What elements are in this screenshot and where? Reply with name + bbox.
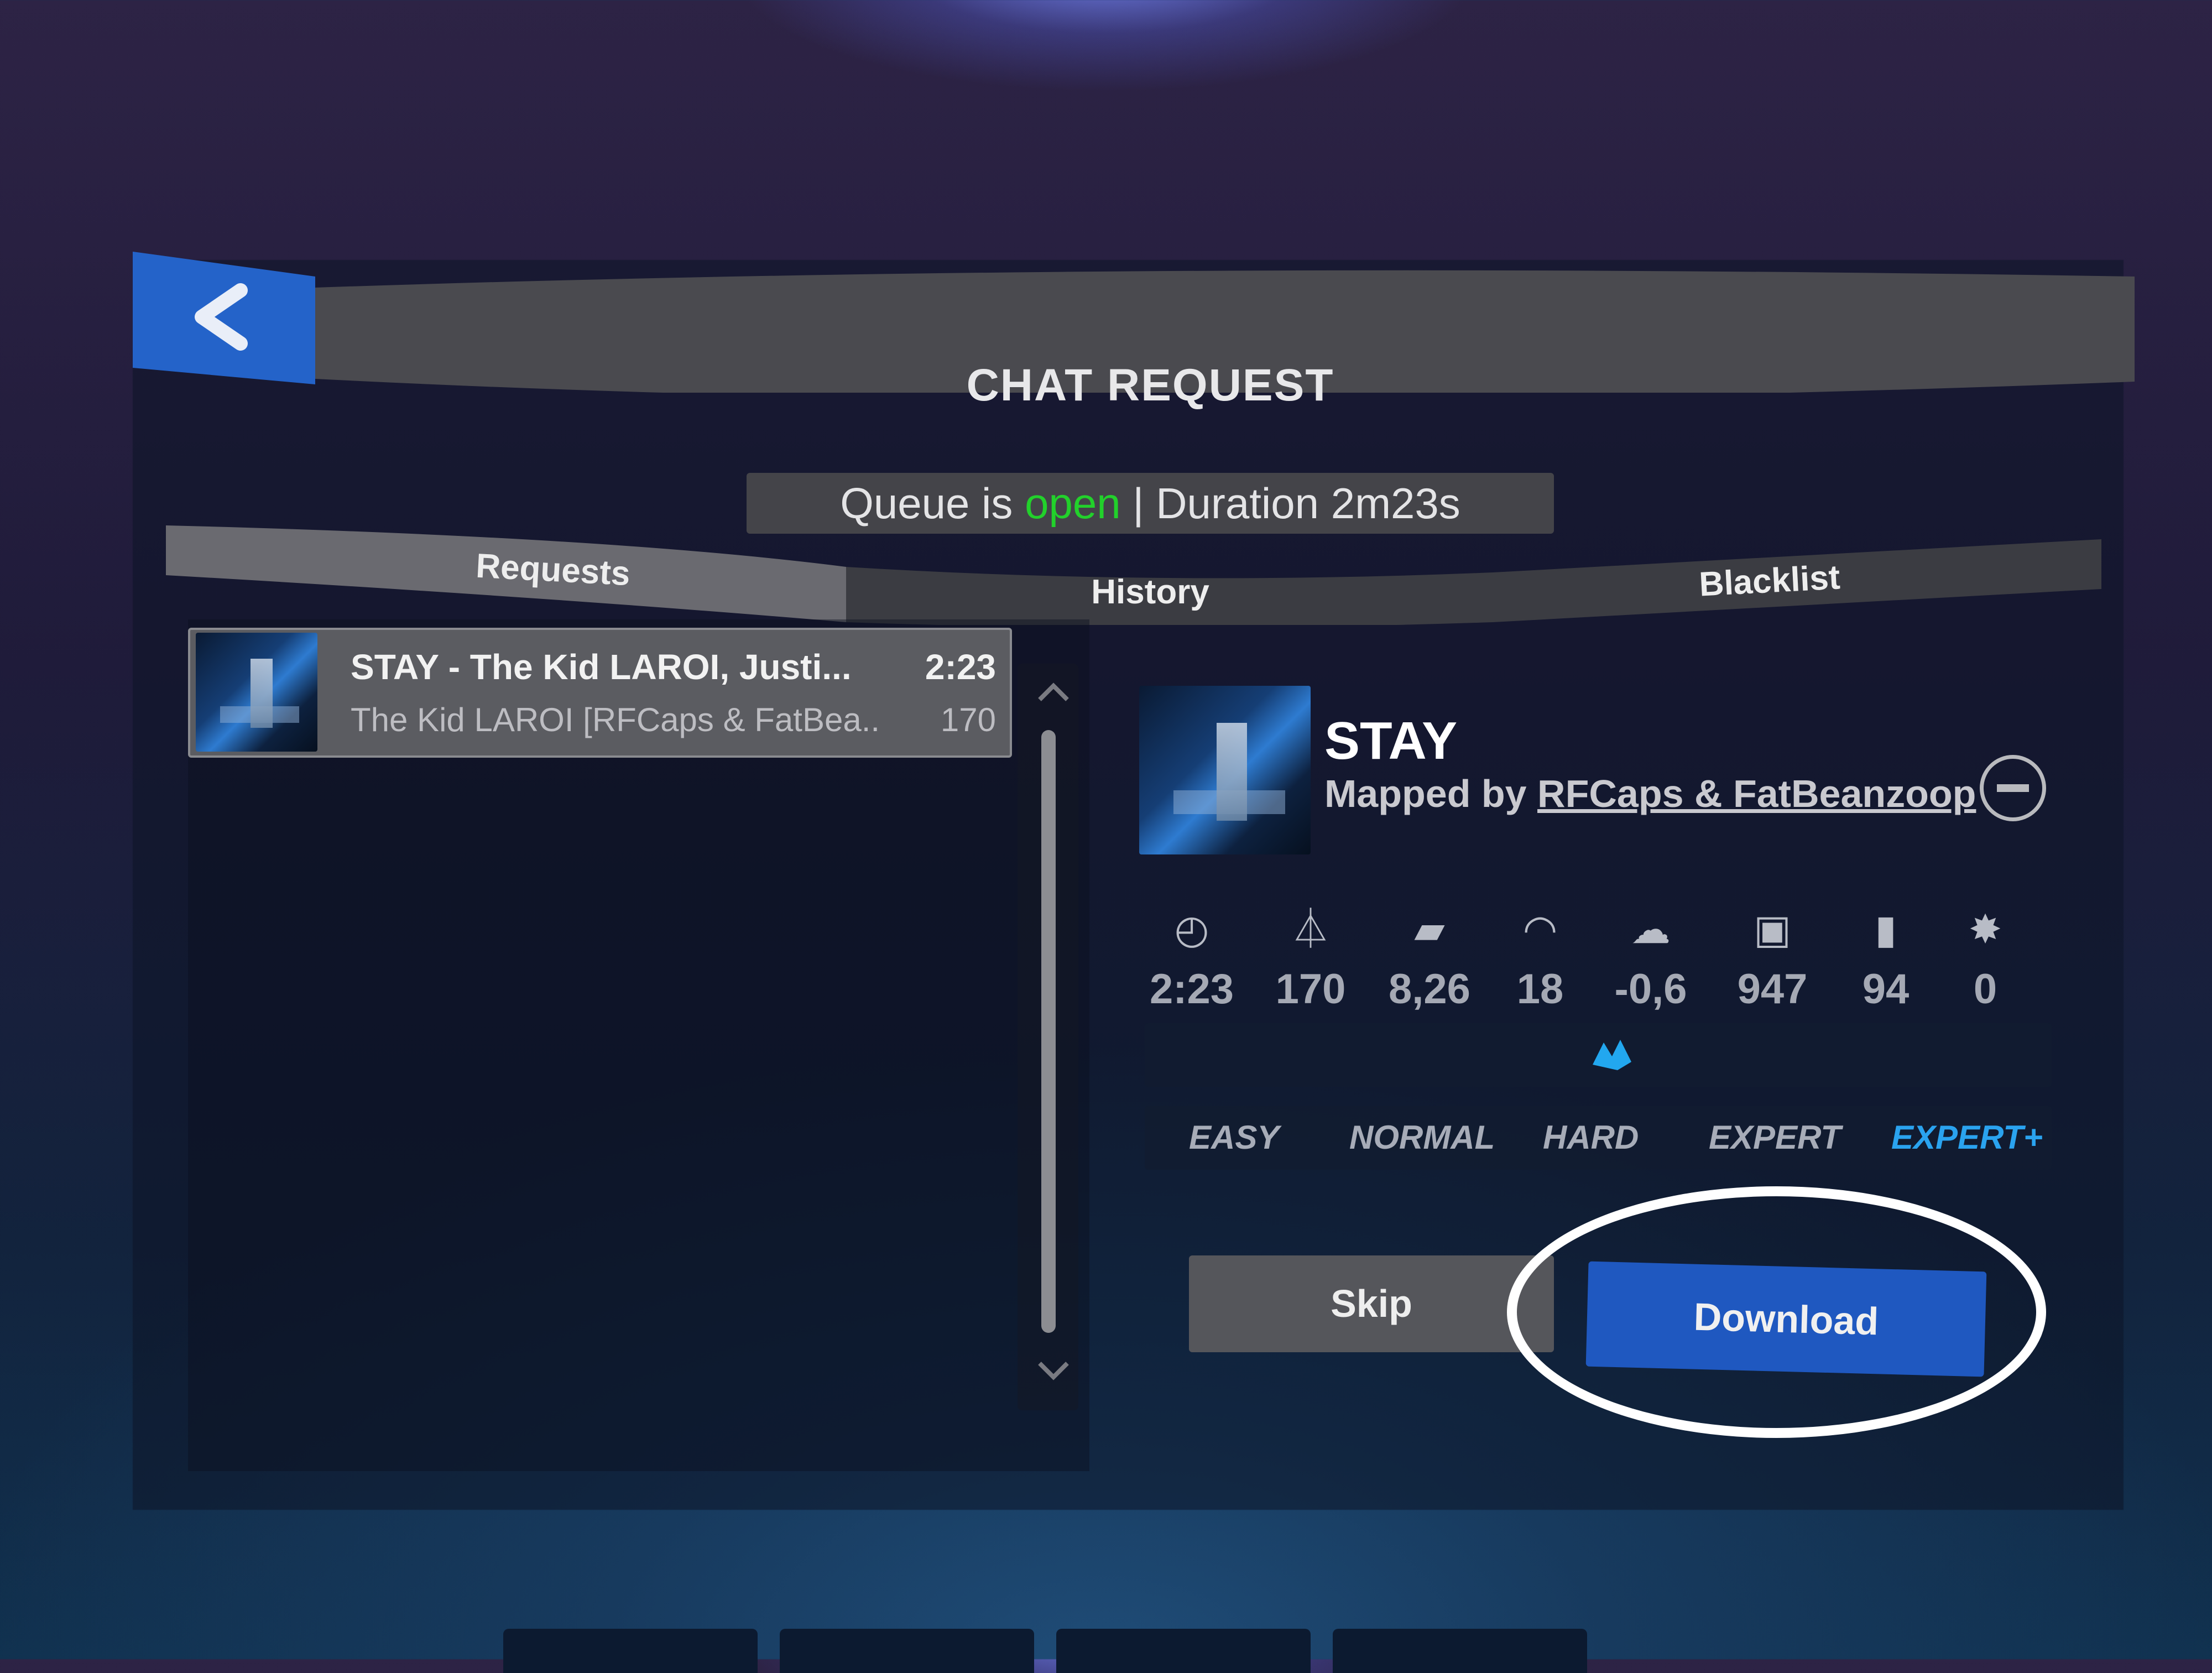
stat-walls: ▮ 94 — [1839, 904, 1933, 1013]
mapper-link[interactable]: RFCaps & FatBeanzoop — [1537, 772, 1976, 815]
bottom-menu-tab[interactable] — [503, 1629, 758, 1673]
speed-icon: ◠ — [1522, 906, 1558, 952]
stat-value: -0,6 — [1614, 966, 1687, 1013]
page-title: CHAT REQUEST — [966, 360, 1334, 410]
stat-notes: ▣ 947 — [1725, 904, 1819, 1013]
back-button[interactable] — [133, 252, 315, 384]
scroll-up-icon[interactable] — [1034, 677, 1073, 707]
list-item[interactable]: STAY - The Kid LAROI, Justi... The Kid L… — [188, 628, 1012, 758]
stat-njs: ◠ 18 — [1493, 904, 1587, 1013]
scroll-down-icon[interactable] — [1034, 1358, 1073, 1388]
bottom-menu-tab[interactable] — [780, 1629, 1034, 1673]
notes-per-second-icon: ▰ — [1414, 906, 1445, 952]
stat-value: 94 — [1862, 966, 1910, 1013]
stat-value: 2:23 — [1149, 966, 1234, 1013]
difficulty-expert-plus[interactable]: EXPERT+ — [1891, 1118, 2043, 1156]
request-duration: 2:23 — [925, 647, 996, 687]
bottom-menu-tab[interactable] — [1056, 1629, 1311, 1673]
walls-icon: ▮ — [1875, 906, 1897, 952]
stat-nps: ▰ 8,26 — [1383, 904, 1477, 1013]
bottom-menu-tab[interactable] — [1333, 1629, 1587, 1673]
request-subtitle: The Kid LAROI [RFCaps & FatBea... — [351, 701, 881, 738]
selected-song-cover — [1139, 686, 1311, 854]
song-title: STAY — [1324, 711, 1458, 770]
tab-history[interactable]: History — [1012, 572, 1288, 612]
characteristic-selector[interactable] — [1145, 1023, 2052, 1087]
remove-icon[interactable] — [1980, 755, 2046, 821]
offset-icon: ☁ — [1631, 906, 1671, 952]
scrollbar-thumb[interactable] — [1041, 730, 1056, 1333]
stat-value: 947 — [1737, 966, 1808, 1013]
stat-value: 8,26 — [1389, 966, 1470, 1013]
mapped-by-text: Mapped by RFCaps & FatBeanzoop — [1324, 772, 1976, 816]
highlight-annotation — [1507, 1186, 2046, 1438]
notes-icon: ▣ — [1753, 906, 1792, 952]
mapped-by-label: Mapped by — [1324, 772, 1538, 815]
stat-value: 18 — [1516, 966, 1564, 1013]
stat-duration: ◴ 2:23 — [1145, 904, 1239, 1013]
stat-offset: ☁ -0,6 — [1604, 904, 1698, 1013]
song-cover-image — [196, 633, 317, 752]
metronome-icon: ⏃ — [1290, 906, 1331, 952]
bombs-icon: ✸ — [1968, 906, 2002, 952]
stat-value: 0 — [1973, 966, 1997, 1013]
stat-value: 170 — [1275, 966, 1346, 1013]
difficulty-hard[interactable]: HARD — [1543, 1118, 1639, 1156]
stat-bombs: ✸ 0 — [1938, 904, 2032, 1013]
stat-bpm: ⏃ 170 — [1264, 904, 1358, 1013]
difficulty-easy[interactable]: EASY — [1189, 1118, 1279, 1156]
request-title: STAY - The Kid LAROI, Justi... — [351, 647, 852, 687]
clock-icon: ◴ — [1174, 906, 1209, 952]
request-bpm: 170 — [940, 701, 996, 738]
difficulty-expert[interactable]: EXPERT — [1709, 1118, 1841, 1156]
skip-button[interactable]: Skip — [1189, 1255, 1554, 1352]
standard-mode-icon[interactable] — [1587, 1031, 1637, 1086]
difficulty-normal[interactable]: NORMAL — [1349, 1118, 1495, 1156]
difficulty-selector: EASY NORMAL HARD EXPERT EXPERT+ — [1145, 1106, 2052, 1170]
